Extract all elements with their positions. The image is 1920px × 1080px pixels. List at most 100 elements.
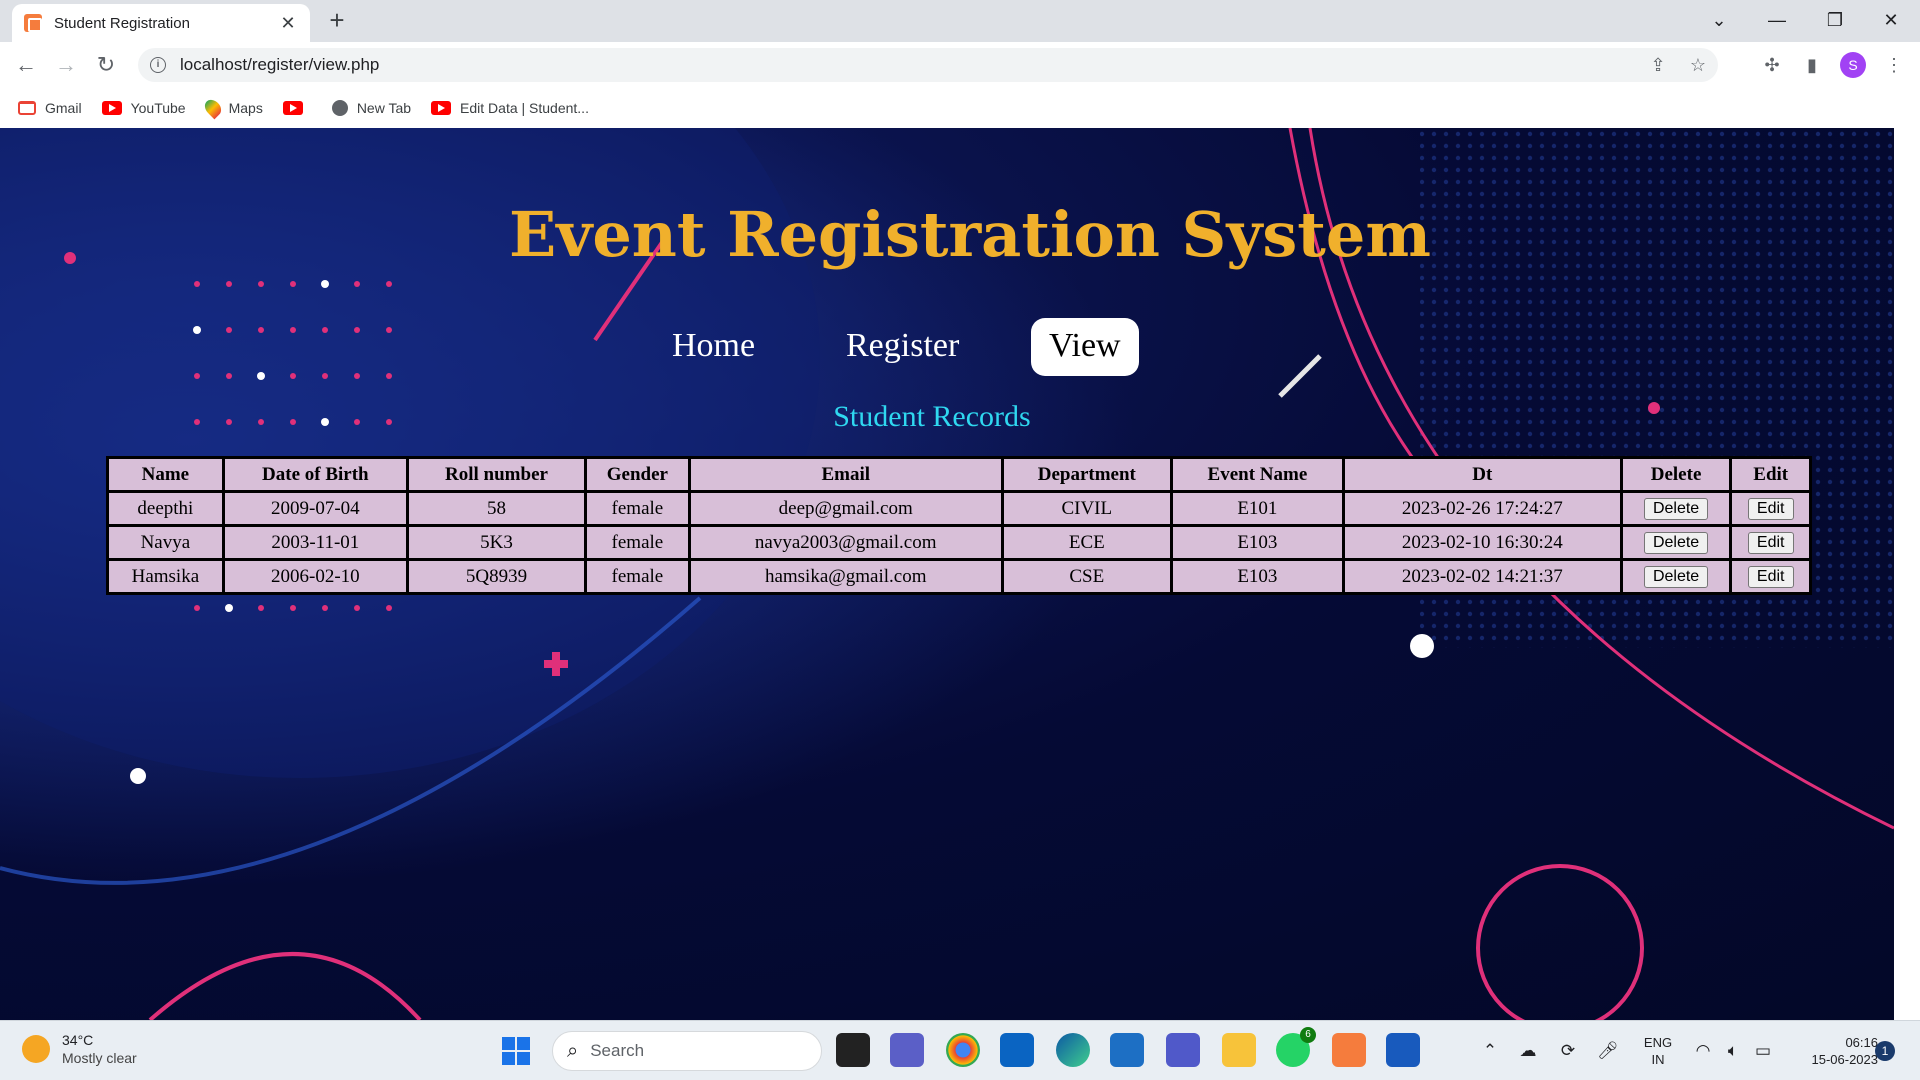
store-icon[interactable]: [1110, 1033, 1144, 1067]
tab-search-chevron-icon[interactable]: ⌄: [1690, 0, 1748, 40]
tray-chevron-up-icon[interactable]: ⌃: [1472, 1041, 1508, 1061]
url-text[interactable]: localhost/register/view.php: [180, 55, 1638, 75]
address-bar[interactable]: i localhost/register/view.php ⇪ ☆: [138, 48, 1718, 82]
teams-icon[interactable]: [1166, 1033, 1200, 1067]
student-records-table: Name Date of Birth Roll number Gender Em…: [106, 456, 1812, 595]
browser-tab[interactable]: Student Registration ✕: [12, 4, 310, 42]
site-info-icon[interactable]: i: [150, 57, 166, 73]
new-tab-button[interactable]: +: [322, 6, 352, 36]
cell-edit: Edit: [1732, 493, 1809, 524]
cell-event: E103: [1172, 527, 1342, 558]
cell-name: Navya: [109, 527, 222, 558]
cell-event: E101: [1172, 493, 1342, 524]
forward-arrow-icon[interactable]: →: [50, 49, 82, 81]
xampp-favicon-icon: [24, 14, 42, 32]
notification-badge[interactable]: 1: [1875, 1041, 1895, 1061]
maps-icon: [201, 96, 224, 120]
clock-time: 06:16: [1845, 1035, 1878, 1050]
cell-event: E103: [1172, 561, 1342, 592]
xampp-icon[interactable]: [1332, 1033, 1366, 1067]
share-icon[interactable]: ⇪: [1638, 55, 1678, 76]
cell-roll: 5Q8939: [408, 561, 585, 592]
page-scrollbar[interactable]: [1894, 128, 1920, 1020]
word-icon[interactable]: [1386, 1033, 1420, 1067]
table-row: Navya 2003-11-01 5K3 female navya2003@gm…: [109, 527, 1809, 558]
moon-weather-icon: [22, 1035, 50, 1063]
cell-delete: Delete: [1622, 561, 1730, 592]
back-arrow-icon[interactable]: ←: [10, 49, 42, 81]
edit-button[interactable]: Edit: [1747, 532, 1794, 554]
close-window-button[interactable]: ✕: [1862, 0, 1920, 40]
clock[interactable]: 06:16 15-06-2023: [1778, 1034, 1879, 1068]
column-header: Roll number: [408, 459, 585, 490]
bookmark-label: YouTube: [130, 100, 186, 116]
profile-avatar[interactable]: S: [1840, 52, 1866, 78]
volume-icon[interactable]: 🔈︎: [1718, 1041, 1748, 1061]
cell-email: deep@gmail.com: [690, 493, 1001, 524]
region-code: IN: [1651, 1052, 1665, 1067]
browser-tab-strip: Student Registration ✕ + ⌄ — ❐ ✕: [0, 0, 1920, 42]
menu-kebab-icon[interactable]: ⋮: [1880, 51, 1908, 79]
cell-email: hamsika@gmail.com: [690, 561, 1001, 592]
whatsapp-badge: 6: [1300, 1027, 1316, 1043]
column-header: Email: [690, 459, 1001, 490]
cell-dt: 2023-02-10 16:30:24: [1344, 527, 1620, 558]
cell-name: deepthi: [109, 493, 222, 524]
nav-register-link[interactable]: Register: [828, 318, 977, 376]
bookmark-new-tab[interactable]: New Tab: [331, 100, 411, 116]
whatsapp-icon[interactable]: 6: [1276, 1027, 1316, 1067]
temperature: 34°C: [62, 1032, 94, 1048]
nav-view-link[interactable]: View: [1031, 318, 1139, 376]
onedrive-cloud-icon[interactable]: ☁: [1508, 1041, 1548, 1061]
bookmark-star-icon[interactable]: ☆: [1678, 55, 1718, 76]
cell-roll: 58: [408, 493, 585, 524]
cell-delete: Delete: [1622, 527, 1730, 558]
cell-department: CIVIL: [1003, 493, 1170, 524]
chrome-icon[interactable]: [946, 1033, 980, 1067]
reload-icon[interactable]: ↻: [90, 49, 122, 81]
sync-icon[interactable]: ⟳: [1548, 1041, 1588, 1061]
cell-delete: Delete: [1622, 493, 1730, 524]
restore-button[interactable]: ❐: [1806, 0, 1864, 40]
bookmark-youtube[interactable]: YouTube: [101, 100, 186, 116]
cell-gender: female: [587, 561, 688, 592]
battery-icon[interactable]: ▭: [1748, 1041, 1778, 1061]
microphone-icon[interactable]: 🎤︎: [1588, 1041, 1628, 1061]
bookmark-label: Maps: [228, 100, 263, 116]
youtube-icon: [101, 101, 122, 115]
mail-icon[interactable]: [1000, 1033, 1034, 1067]
language-indicator[interactable]: ENG IN: [1628, 1034, 1688, 1068]
teams-meet-icon[interactable]: [890, 1033, 924, 1067]
table-row: Hamsika 2006-02-10 5Q8939 female hamsika…: [109, 561, 1809, 592]
weather-condition: Mostly clear: [62, 1050, 137, 1066]
bookmark-maps[interactable]: Maps: [201, 96, 263, 120]
site-title: Event Registration System: [509, 198, 1431, 271]
delete-button[interactable]: Delete: [1643, 532, 1709, 554]
task-view-icon[interactable]: [836, 1033, 870, 1067]
edge-icon[interactable]: [1056, 1033, 1090, 1067]
side-panel-icon[interactable]: ▮: [1798, 51, 1826, 79]
minimize-button[interactable]: —: [1748, 0, 1806, 40]
extensions-puzzle-icon[interactable]: ✣: [1758, 51, 1786, 79]
weather-widget[interactable]: 34°C Mostly clear: [22, 1031, 137, 1067]
bookmark-gmail[interactable]: Gmail: [18, 100, 82, 116]
bookmark-edit-data[interactable]: Edit Data | Student...: [431, 100, 589, 116]
youtube-icon: [282, 101, 303, 115]
delete-button[interactable]: Delete: [1643, 498, 1709, 520]
wifi-icon[interactable]: ◠: [1688, 1041, 1718, 1061]
cell-edit: Edit: [1732, 561, 1809, 592]
file-explorer-icon[interactable]: [1222, 1033, 1256, 1067]
column-header: Department: [1003, 459, 1170, 490]
nav-home-link[interactable]: Home: [654, 318, 773, 376]
delete-button[interactable]: Delete: [1643, 566, 1709, 588]
close-tab-icon[interactable]: ✕: [278, 13, 298, 34]
edit-button[interactable]: Edit: [1747, 566, 1794, 588]
taskbar-search[interactable]: ⌕ Search: [552, 1031, 822, 1071]
bookmark-youtube-2[interactable]: [282, 101, 312, 115]
windows-start-icon[interactable]: [502, 1037, 530, 1065]
edit-button[interactable]: Edit: [1747, 498, 1794, 520]
windows-taskbar: 34°C Mostly clear ⌕ Search 6 ⌃ ☁ ⟳ 🎤︎ EN…: [0, 1020, 1920, 1080]
search-placeholder: Search: [590, 1041, 645, 1060]
column-header: Gender: [587, 459, 688, 490]
cell-department: CSE: [1003, 561, 1170, 592]
